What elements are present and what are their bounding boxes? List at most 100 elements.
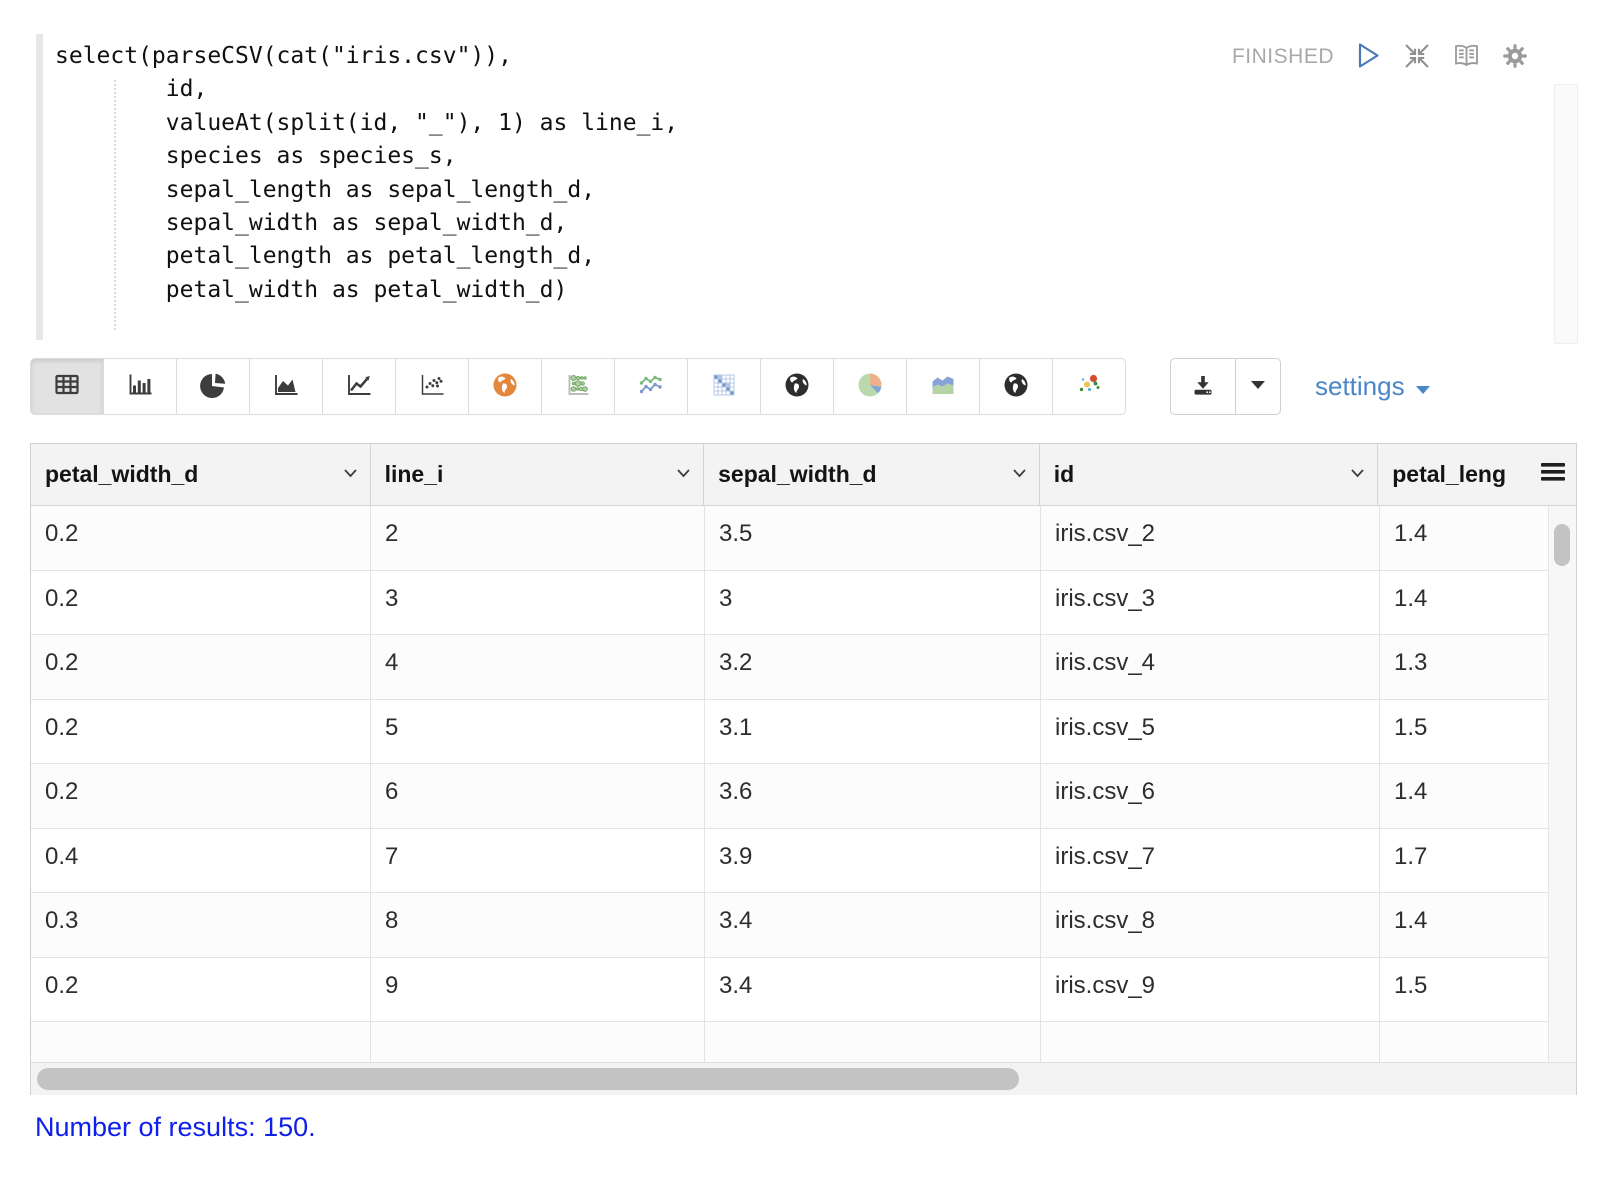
table-cell: 3.9	[705, 829, 1041, 893]
editor-toggle-button[interactable]	[1451, 42, 1481, 72]
table-cell: 1.4	[1380, 571, 1548, 635]
chart-type-stacked-area-button[interactable]	[906, 358, 980, 415]
heatmap-icon	[709, 370, 739, 403]
table-row: 0.233iris.csv_31.4	[31, 571, 1548, 636]
chevron-down-icon[interactable]	[1350, 466, 1365, 484]
vertical-scrollbar-thumb[interactable]	[1554, 524, 1570, 566]
collapse-button[interactable]	[1402, 42, 1432, 72]
table-cell: iris.csv_5	[1041, 700, 1380, 764]
table-cell: 5	[371, 700, 705, 764]
chart-type-pie-colored-button[interactable]	[833, 358, 907, 415]
table-cell	[31, 1022, 371, 1062]
column-header-line-i[interactable]: line_i	[371, 444, 705, 505]
chart-type-globe2-button[interactable]	[979, 358, 1053, 415]
book-icon	[1451, 41, 1482, 74]
code-line: select(parseCSV(cat("iris.csv")),	[55, 40, 678, 73]
scatter-chart-icon	[417, 370, 447, 403]
table-cell: 9	[371, 958, 705, 1022]
paragraph-gutter	[36, 34, 43, 340]
map-orange-icon	[490, 370, 520, 403]
table-cell	[1041, 1022, 1380, 1062]
chart-type-table-button[interactable]	[30, 358, 104, 415]
code-line: valueAt(split(id, "_"), 1) as line_i,	[55, 107, 678, 140]
download-button[interactable]	[1170, 358, 1236, 415]
table-cell: iris.csv_9	[1041, 958, 1380, 1022]
chart-type-bar-button[interactable]	[103, 358, 177, 415]
table-cell: 3.4	[705, 893, 1041, 957]
chart-type-bubble-matrix-button[interactable]	[541, 358, 615, 415]
code-scrollbar[interactable]	[1554, 84, 1578, 344]
table-cell: 0.2	[31, 958, 371, 1022]
code-line: petal_length as petal_length_d,	[55, 240, 678, 273]
table-cell: 8	[371, 893, 705, 957]
chart-type-colored-scatter-button[interactable]	[1052, 358, 1126, 415]
pie-colored-icon	[855, 370, 885, 403]
table-row: 0.383.4iris.csv_81.4	[31, 893, 1548, 958]
grid-header-row: petal_width_d line_i sepal_width_d id pe…	[31, 444, 1576, 506]
chart-type-scatter-button[interactable]	[395, 358, 469, 415]
table-cell: 3.6	[705, 764, 1041, 828]
chart-type-pie-button[interactable]	[176, 358, 250, 415]
table-cell: 1.4	[1380, 764, 1548, 828]
chart-type-multi-line-button[interactable]	[614, 358, 688, 415]
chart-type-map-button[interactable]	[468, 358, 542, 415]
table-cell: 7	[371, 829, 705, 893]
column-header-petal-length-d[interactable]: petal_leng	[1378, 444, 1529, 505]
chart-type-area-button[interactable]	[249, 358, 323, 415]
code-line: sepal_width as sepal_width_d,	[55, 207, 678, 240]
table-row: 0.243.2iris.csv_41.3	[31, 635, 1548, 700]
table-cell	[371, 1022, 705, 1062]
table-cell: 3	[705, 571, 1041, 635]
download-options-button[interactable]	[1235, 358, 1281, 415]
chart-type-heatmap-button[interactable]	[687, 358, 761, 415]
table-cell: iris.csv_3	[1041, 571, 1380, 635]
multi-line-chart-icon	[636, 370, 666, 403]
table-cell: 0.3	[31, 893, 371, 957]
grid-menu-button[interactable]	[1529, 444, 1576, 505]
download-icon	[1188, 370, 1218, 403]
table-cell: 6	[371, 764, 705, 828]
gear-icon	[1500, 41, 1530, 74]
code-line: sepal_length as sepal_length_d,	[55, 174, 678, 207]
horizontal-scrollbar-thumb[interactable]	[37, 1068, 1019, 1090]
code-lines[interactable]: select(parseCSV(cat("iris.csv")), id, va…	[55, 40, 678, 307]
chevron-down-icon[interactable]	[343, 466, 358, 484]
table-cell: 0.2	[31, 506, 371, 570]
table-cell: 0.2	[31, 571, 371, 635]
vertical-scrollbar[interactable]	[1548, 506, 1576, 1062]
table-row: 0.223.5iris.csv_21.4	[31, 506, 1548, 571]
stacked-area-icon	[928, 370, 958, 403]
globe-icon	[782, 370, 812, 403]
table-cell: 3.1	[705, 700, 1041, 764]
table-icon	[52, 370, 82, 403]
column-header-sepal-width-d[interactable]: sepal_width_d	[704, 444, 1040, 505]
chart-type-globe-button[interactable]	[760, 358, 834, 415]
chart-type-line-button[interactable]	[322, 358, 396, 415]
column-header-petal-width-d[interactable]: petal_width_d	[31, 444, 371, 505]
table-cell: 1.3	[1380, 635, 1548, 699]
code-paragraph: select(parseCSV(cat("iris.csv")), id, va…	[30, 28, 1580, 346]
table-cell	[705, 1022, 1041, 1062]
run-paragraph-button[interactable]	[1353, 42, 1383, 72]
column-header-id[interactable]: id	[1040, 444, 1379, 505]
chart-type-group	[30, 358, 1126, 415]
horizontal-scrollbar[interactable]	[31, 1062, 1576, 1095]
table-cell: 0.2	[31, 764, 371, 828]
table-cell: iris.csv_8	[1041, 893, 1380, 957]
table-cell: 1.5	[1380, 958, 1548, 1022]
chevron-down-icon[interactable]	[676, 466, 691, 484]
play-icon	[1355, 41, 1382, 73]
globe-icon	[1001, 370, 1031, 403]
table-row: 0.473.9iris.csv_71.7	[31, 829, 1548, 894]
table-cell: 1.4	[1380, 893, 1548, 957]
table-row	[31, 1022, 1548, 1062]
code-line: petal_width as petal_width_d)	[55, 274, 678, 307]
table-row: 0.253.1iris.csv_51.5	[31, 700, 1548, 765]
chevron-down-icon[interactable]	[1012, 466, 1027, 484]
settings-link[interactable]: settings	[1315, 371, 1431, 402]
paragraph-settings-button[interactable]	[1500, 42, 1530, 72]
bar-chart-icon	[125, 370, 155, 403]
code-line: species as species_s,	[55, 140, 678, 173]
caret-down-icon	[1415, 371, 1431, 402]
table-cell: iris.csv_2	[1041, 506, 1380, 570]
